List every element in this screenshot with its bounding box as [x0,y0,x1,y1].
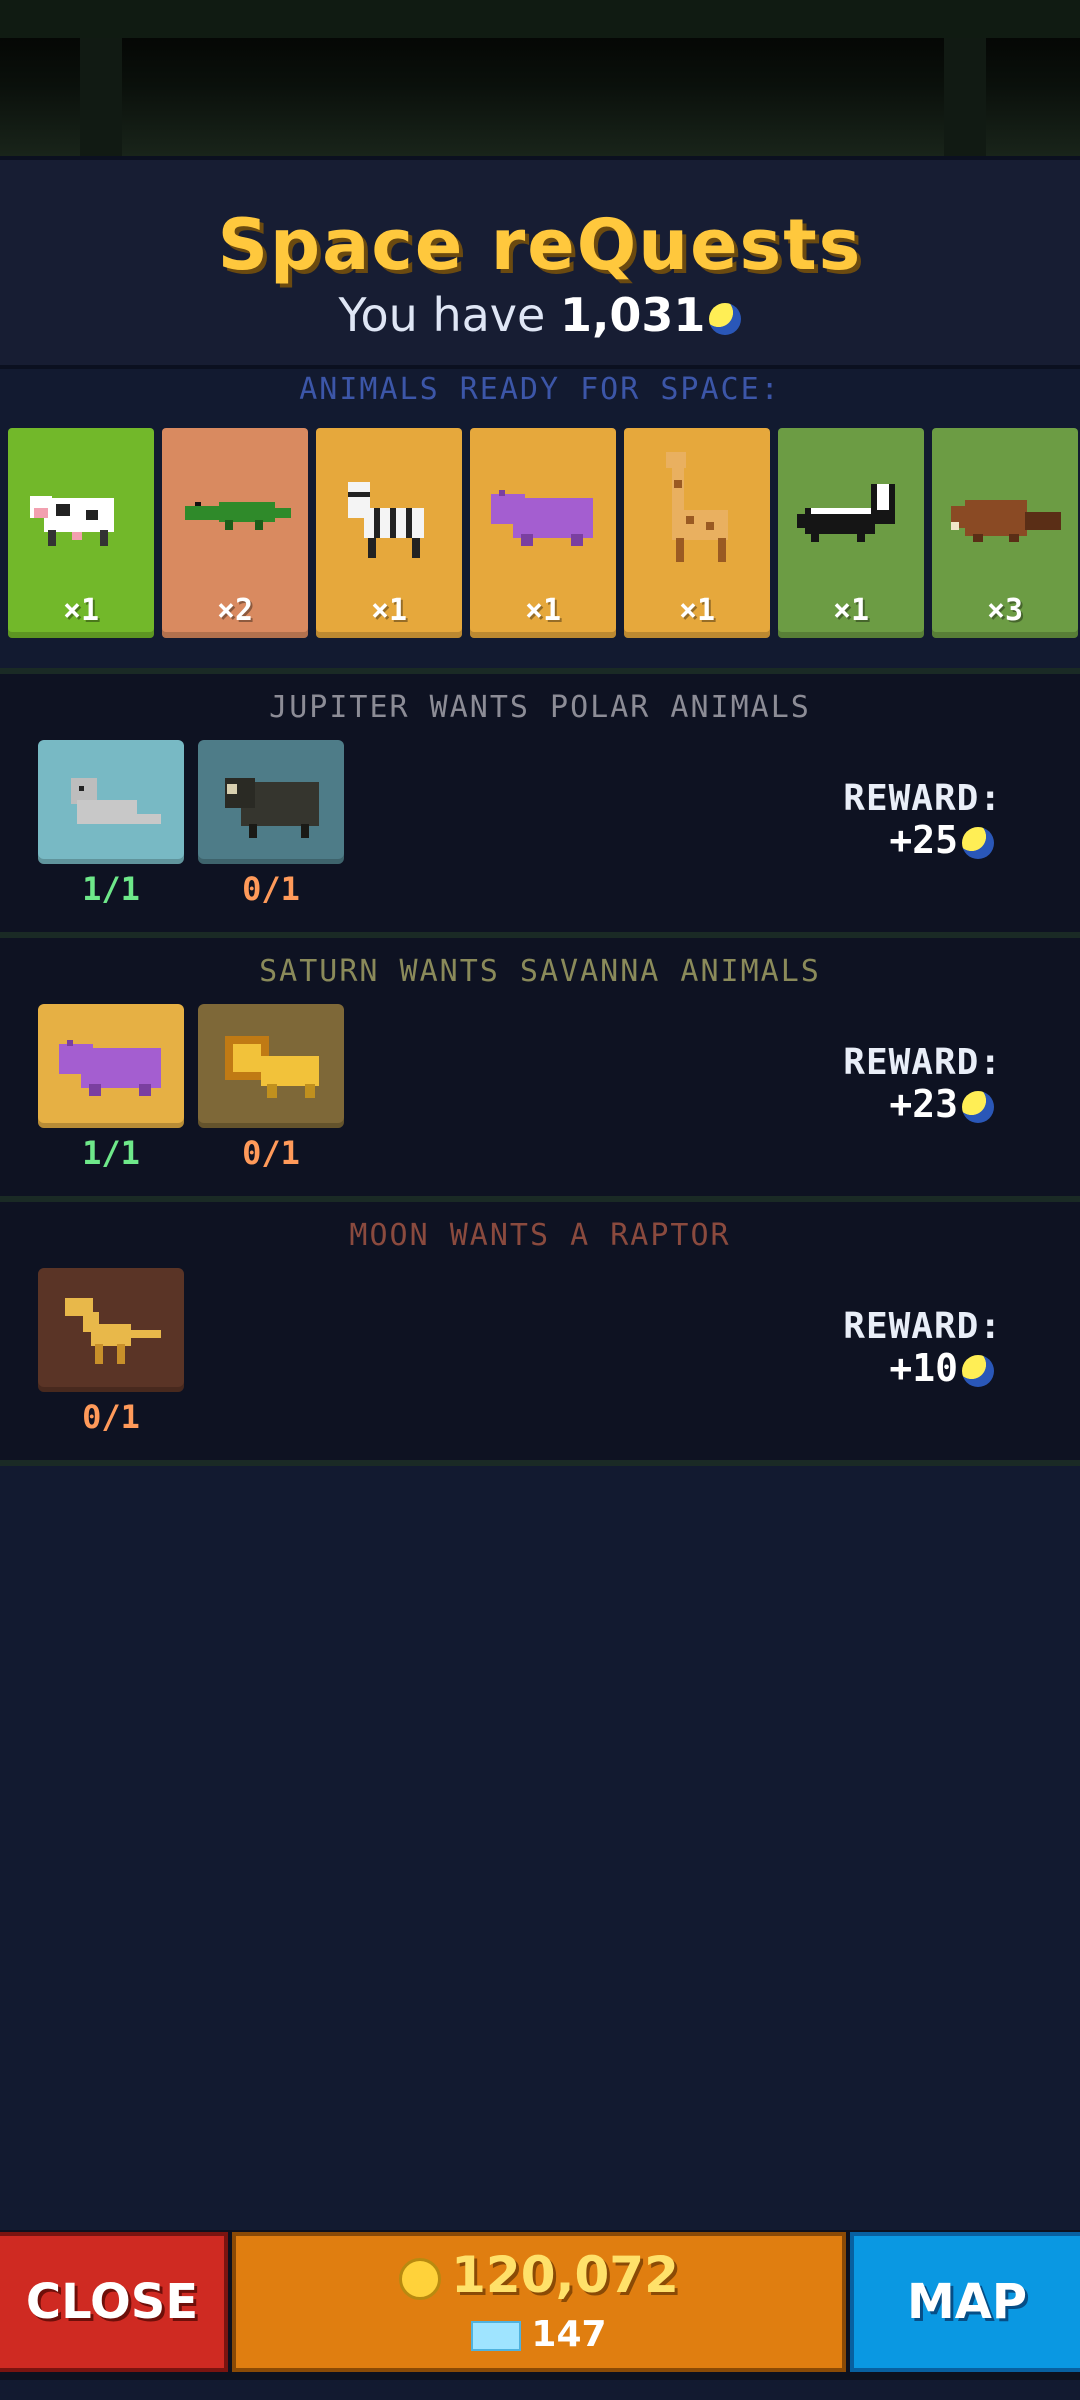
reward-value: +23 [889,1082,994,1126]
animal-count: ×2 [216,593,254,628]
quest-title: JUPITER WANTS POLAR ANIMALS [269,690,811,725]
page-title: Space reQuests [217,204,863,286]
animal-count: ×1 [62,593,100,628]
reward-amount: +23 [889,1082,958,1126]
moon-currency-icon [709,302,742,335]
ready-animals-row[interactable]: ×1 ×2 ×1 ×1 ×1 ×1 ×3 [0,428,1080,644]
game-scene-background [0,38,1080,156]
quest-title: SATURN WANTS SAVANNA ANIMALS [259,954,821,989]
reward-value: +25 [889,818,994,862]
musk-ox-icon [198,758,344,852]
quest-progress: 0/1 [242,1134,300,1172]
moon-currency-icon [962,1090,994,1123]
section-divider [0,1460,1080,1466]
animal-count: ×1 [370,593,408,628]
ticket-icon [471,2321,522,2351]
animal-card-beaver[interactable]: ×3 [932,428,1078,638]
reward-amount: +10 [889,1346,958,1390]
animal-count: ×3 [986,593,1024,628]
hippo-icon [38,1022,184,1116]
quest-moon: MOON WANTS A RAPTOR 0/1 REWARD: +10 [0,1202,1080,1460]
animal-count: ×1 [832,593,870,628]
quest-slot-hippo[interactable] [38,1004,184,1128]
quest-progress: 1/1 [82,870,140,908]
animal-card-giraffe[interactable]: ×1 [624,428,770,638]
gem-amount: 147 [531,2314,607,2355]
moon-currency-icon [962,1354,994,1387]
coin-amount: 120,072 [451,2246,679,2304]
animal-card-zebra[interactable]: ×1 [316,428,462,638]
status-strip [0,0,1080,38]
quest-progress: 0/1 [82,1398,140,1436]
scene-pillar [80,38,122,156]
quest-progress: 1/1 [82,1134,140,1172]
animal-count: ×1 [678,593,716,628]
moon-balance: You have 1,031 [0,288,1080,342]
lion-icon [198,1022,344,1116]
quest-saturn: SATURN WANTS SAVANNA ANIMALS 1/1 0/1 REW… [0,938,1080,1196]
reward-amount: +25 [889,818,958,862]
skunk-icon [778,468,924,562]
moon-currency-icon [962,826,994,859]
quest-slot-raptor[interactable] [38,1268,184,1392]
scene-pillar [944,38,986,156]
quest-jupiter: JUPITER WANTS POLAR ANIMALS 1/1 0/1 REWA… [0,674,1080,932]
seal-icon [38,758,184,852]
close-button[interactable]: CLOSE [0,2232,228,2372]
balance-prefix: You have [338,288,546,342]
animal-card-cow[interactable]: ×1 [8,428,154,638]
reward-label: REWARD: [843,1306,1002,1347]
animal-card-hippo[interactable]: ×1 [470,428,616,638]
beaver-icon [932,468,1078,562]
animal-card-crocodile[interactable]: ×2 [162,428,308,638]
gem-balance: 147 [236,2314,842,2355]
quest-title: MOON WANTS A RAPTOR [349,1218,731,1253]
reward-value: +10 [889,1346,994,1390]
zebra-icon [316,468,462,572]
ready-animals-label: ANIMALS READY FOR SPACE: [299,372,781,407]
quest-slot-lion[interactable] [198,1004,344,1128]
cow-icon [8,468,154,562]
quest-slot-musk-ox[interactable] [198,740,344,864]
hippo-icon [470,468,616,562]
space-requests-header: Space reQuests You have 1,031 [0,156,1080,369]
reward-label: REWARD: [843,778,1002,819]
crocodile-icon [162,468,308,562]
reward-label: REWARD: [843,1042,1002,1083]
coin-balance: 120,072 [236,2246,842,2304]
animal-card-skunk[interactable]: ×1 [778,428,924,638]
animal-count: ×1 [524,593,562,628]
currency-panel[interactable]: 120,072 147 [232,2232,846,2372]
balance-value: 1,031 [559,288,706,342]
map-button[interactable]: MAP [850,2232,1080,2372]
quest-progress: 0/1 [242,870,300,908]
raptor-icon [38,1286,184,1380]
quest-slot-seal[interactable] [38,740,184,864]
giraffe-icon [624,446,770,580]
coin-icon [399,2257,442,2300]
